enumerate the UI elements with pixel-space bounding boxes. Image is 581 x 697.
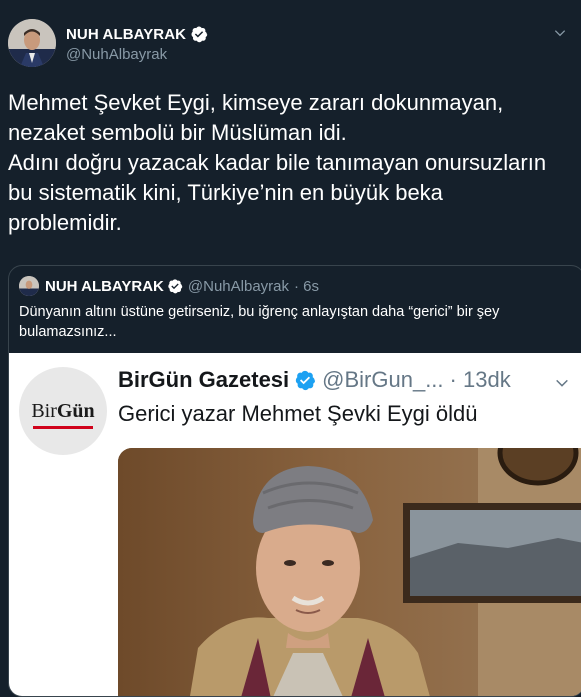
logo-suffix: Gün bbox=[56, 399, 95, 422]
verified-badge-icon bbox=[168, 279, 183, 294]
quoted-tweet-text: Dünyanın altını üstüne getirseniz, bu iğ… bbox=[19, 304, 500, 340]
chevron-down-icon bbox=[556, 379, 568, 387]
author-handle[interactable]: @NuhAlbayrak bbox=[66, 46, 167, 63]
quoted-author-name: NUH ALBAYRAK bbox=[45, 277, 164, 295]
verified-badge-icon bbox=[295, 370, 316, 391]
author-name[interactable]: NUH ALBAYRAK bbox=[66, 26, 186, 43]
quoted-avatar-photo bbox=[19, 276, 39, 296]
embedded-author-name: BirGün Gazetesi bbox=[118, 367, 290, 392]
logo-underline bbox=[33, 426, 93, 429]
verified-badge-icon bbox=[191, 26, 208, 43]
birgun-logo: BirGün bbox=[19, 367, 107, 455]
portrait-image bbox=[118, 448, 581, 696]
quoted-tweet[interactable]: NUH ALBAYRAK @NuhAlbayrak · 6s Dünyanın … bbox=[8, 265, 581, 697]
quoted-author-handle: @NuhAlbayrak bbox=[187, 277, 290, 295]
quoted-tweet-header: NUH ALBAYRAK @NuhAlbayrak · 6s bbox=[19, 276, 319, 296]
birgun-logo-text: BirGün bbox=[31, 400, 94, 423]
embedded-tweet-text: Gerici yazar Mehmet Şevki Eygi öldü bbox=[118, 401, 478, 426]
author-name-row: NUH ALBAYRAK bbox=[66, 25, 208, 43]
logo-prefix: Bir bbox=[31, 399, 57, 422]
embedded-header: BirGün Gazetesi @BirGun_... · 13dk bbox=[118, 367, 511, 393]
tweet-header: NUH ALBAYRAK @NuhAlbayrak bbox=[0, 0, 581, 80]
embedded-timestamp: · 13dk bbox=[449, 367, 511, 392]
embedded-author-handle: @BirGun_... bbox=[322, 367, 444, 392]
tweet-text: Mehmet Şevket Eygi, kimseye zararı dokun… bbox=[8, 90, 547, 235]
chevron-down-icon[interactable] bbox=[553, 26, 567, 40]
quoted-timestamp[interactable]: · 6s bbox=[294, 278, 319, 295]
quoted-avatar bbox=[19, 276, 39, 296]
embedded-screenshot[interactable]: BirGün BirGün Gazetesi @BirGun_... · 13d… bbox=[9, 353, 581, 696]
embedded-photo bbox=[118, 448, 581, 696]
avatar[interactable] bbox=[8, 19, 56, 67]
avatar-photo bbox=[8, 19, 56, 67]
